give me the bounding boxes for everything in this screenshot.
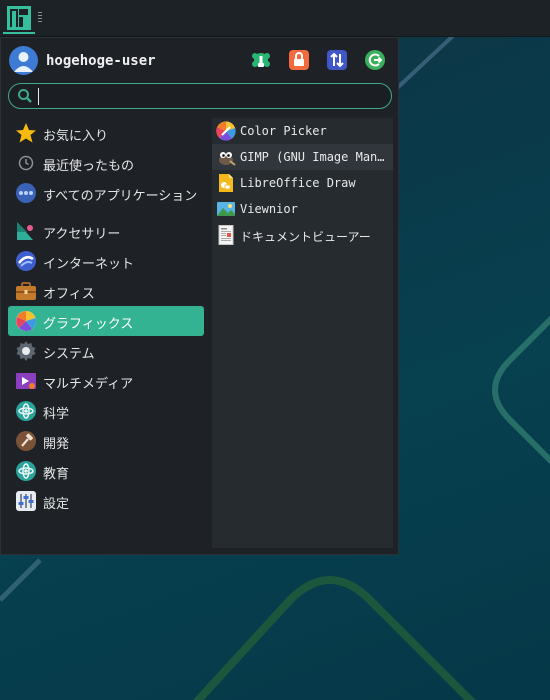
app-document-viewer[interactable]: ドキュメントビューアー: [212, 222, 393, 248]
category-science[interactable]: 科学: [8, 396, 204, 426]
taskbar-drag-handle[interactable]: [38, 12, 42, 24]
category-label: インターネット: [43, 257, 135, 272]
category-development[interactable]: 開発: [8, 426, 204, 456]
category-multimedia[interactable]: マルチメディア: [8, 366, 204, 396]
category-settings[interactable]: 設定: [8, 486, 204, 516]
app-viewnior[interactable]: Viewnior: [212, 196, 393, 222]
application-menu: hogehoge-user お気に入り 最近使ったもの すべてのアプリケーション…: [0, 37, 399, 555]
category-label: 最近使ったもの: [43, 159, 135, 174]
logout-icon[interactable]: [364, 49, 386, 71]
user-row: hogehoge-user: [9, 46, 394, 76]
switch-user-icon[interactable]: [326, 49, 348, 71]
category-separator: [8, 208, 206, 216]
system-gear-icon: [16, 341, 36, 361]
search-box[interactable]: [8, 83, 392, 109]
education-icon: [16, 461, 36, 481]
category-favorites[interactable]: お気に入り: [8, 118, 204, 148]
app-label: Color Picker: [240, 124, 327, 138]
search-icon: [18, 89, 32, 103]
text-cursor: [38, 88, 39, 105]
graphics-icon: [16, 311, 36, 331]
category-list: お気に入り 最近使ったもの すべてのアプリケーション アクセサリー インターネッ…: [8, 118, 206, 516]
taskbar: [0, 0, 550, 37]
category-label: アクセサリー: [43, 227, 121, 242]
category-label: マルチメディア: [43, 377, 134, 392]
app-color-picker[interactable]: Color Picker: [212, 118, 393, 144]
libreoffice-draw-icon: [219, 174, 233, 192]
category-label: オフィス: [43, 287, 95, 302]
lock-screen-bird-icon[interactable]: [250, 49, 272, 71]
office-icon: [16, 282, 36, 300]
app-label: LibreOffice Draw: [240, 176, 356, 190]
clock-icon: [18, 155, 34, 171]
category-label: 設定: [43, 497, 70, 512]
search-input[interactable]: [41, 86, 375, 108]
category-graphics[interactable]: グラフィックス: [8, 306, 204, 336]
apps-icon: [16, 183, 36, 203]
internet-icon: [16, 251, 36, 271]
color-picker-icon: [216, 121, 236, 141]
menu-launcher-button[interactable]: [3, 4, 35, 34]
category-label: システム: [43, 347, 95, 362]
app-libreoffice-draw[interactable]: LibreOffice Draw: [212, 170, 393, 196]
app-label: ドキュメントビューアー: [240, 230, 371, 244]
category-label: すべてのアプリケーション: [43, 189, 198, 204]
app-label: GIMP (GNU Image Man…: [240, 150, 385, 164]
category-label: 教育: [43, 467, 70, 482]
app-label: Viewnior: [240, 202, 298, 216]
category-label: グラフィックス: [43, 317, 134, 332]
category-accessories[interactable]: アクセサリー: [8, 216, 204, 246]
category-label: 開発: [43, 437, 70, 452]
category-label: お気に入り: [43, 129, 109, 144]
science-icon: [16, 401, 36, 421]
multimedia-icon: [16, 373, 36, 389]
category-office[interactable]: オフィス: [8, 276, 204, 306]
category-education[interactable]: 教育: [8, 456, 204, 486]
category-internet[interactable]: インターネット: [8, 246, 204, 276]
category-all-applications[interactable]: すべてのアプリケーション: [8, 178, 204, 208]
star-icon: [16, 123, 36, 143]
manjaro-logo-icon: [7, 6, 31, 30]
user-avatar[interactable]: [9, 46, 38, 75]
username: hogehoge-user: [46, 53, 156, 69]
category-recent[interactable]: 最近使ったもの: [8, 148, 204, 178]
category-system[interactable]: システム: [8, 336, 204, 366]
app-gimp[interactable]: GIMP (GNU Image Man…: [212, 144, 393, 170]
viewnior-icon: [217, 202, 235, 216]
hammer-icon: [16, 431, 36, 451]
application-list: Color Picker GIMP (GNU Image Man… LibreO…: [212, 118, 393, 548]
document-viewer-icon: [218, 225, 234, 245]
lock-icon[interactable]: [288, 49, 310, 71]
gimp-icon: [219, 152, 236, 166]
settings-icon: [16, 491, 36, 511]
accessories-icon: [17, 222, 33, 240]
category-label: 科学: [43, 407, 70, 422]
